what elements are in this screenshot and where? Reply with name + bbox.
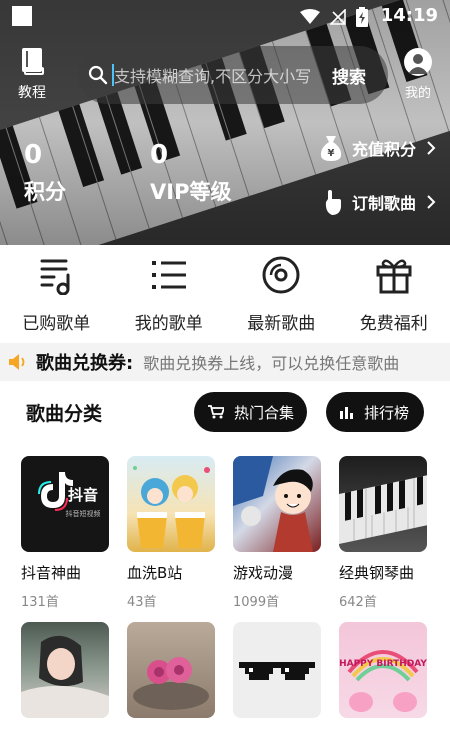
chevron-right-icon — [427, 141, 436, 155]
wifi-icon — [300, 9, 320, 24]
tutorial-button[interactable]: 教程 — [12, 46, 52, 102]
vip-value: 0 — [150, 140, 169, 170]
category-card[interactable] — [233, 622, 321, 728]
search-input[interactable]: 支持模糊查询,不区分大小写 — [114, 63, 324, 87]
money-bag-icon: ¥ — [320, 136, 342, 161]
bilibili-cover-image — [127, 456, 215, 552]
category-card[interactable] — [127, 622, 215, 728]
gift-icon — [376, 259, 412, 294]
girl-cover-image — [21, 622, 109, 718]
ranking-button[interactable]: 排行榜 — [326, 392, 424, 432]
category-card[interactable]: 经典钢琴曲 642首 — [339, 456, 427, 610]
quick-menu-label: 免费福利 — [359, 314, 428, 334]
quick-menu-my-playlist[interactable]: 我的歌单 — [113, 245, 226, 343]
search-bar[interactable]: 支持模糊查询,不区分大小写 搜索 — [78, 46, 388, 104]
vip-stat: 0 VIP等级 — [150, 140, 231, 206]
status-bar: 14:19 — [0, 0, 450, 32]
category-card[interactable]: HAPPY BIRTHDAY — [339, 622, 427, 728]
douyin-cover-image: 抖音 抖音短视频 — [21, 456, 109, 552]
category-card[interactable]: 抖音 抖音短视频 抖音神曲 131首 — [21, 456, 109, 610]
mine-label: 我的 — [404, 86, 431, 101]
category-card-count: 642首 — [339, 595, 377, 610]
douyin-logo-text: 抖音 — [68, 486, 98, 504]
book-icon — [22, 48, 44, 75]
quick-menu-label: 已购歌单 — [22, 314, 91, 334]
category-card-title: 经典钢琴曲 — [339, 564, 415, 582]
recharge-points-label: 充值积分 — [351, 140, 416, 159]
chevron-right-icon — [427, 195, 436, 209]
birthday-cover-image: HAPPY BIRTHDAY — [339, 622, 427, 718]
speaker-icon — [9, 354, 25, 370]
status-icons — [300, 7, 368, 27]
hot-collection-button[interactable]: 热门合集 — [194, 392, 307, 432]
notice-title: 歌曲兑换券: — [36, 353, 134, 374]
birthday-cover-text: HAPPY BIRTHDAY — [339, 659, 427, 669]
recharge-points-link[interactable]: ¥ 充值积分 — [318, 134, 436, 162]
no-signal-icon — [330, 9, 346, 25]
quick-menu-label: 最新歌曲 — [247, 314, 316, 334]
piano-cover-image — [339, 456, 427, 552]
category-title: 歌曲分类 — [26, 403, 103, 425]
custom-song-link[interactable]: 订制歌曲 — [320, 188, 436, 216]
quick-menu-latest[interactable]: 最新歌曲 — [225, 245, 338, 343]
hot-collection-label: 热门合集 — [234, 403, 295, 422]
category-card-title: 游戏动漫 — [233, 564, 294, 582]
search-icon — [88, 65, 108, 85]
category-card-count: 1099首 — [233, 595, 280, 610]
category-card[interactable]: 血洗B站 43首 — [127, 456, 215, 610]
points-stat: 0 积分 — [24, 140, 66, 206]
vip-label: VIP等级 — [150, 180, 232, 204]
quick-menu-label: 我的歌单 — [134, 314, 203, 334]
points-label: 积分 — [24, 180, 66, 204]
category-card[interactable]: 游戏动漫 1099首 — [233, 456, 321, 610]
svg-text:¥: ¥ — [328, 148, 335, 159]
search-button[interactable]: 搜索 — [332, 63, 366, 88]
notice-bar[interactable]: 歌曲兑换券: 歌曲兑换券上线，可以兑换任意歌曲 — [0, 343, 450, 381]
status-time: 14:19 — [380, 5, 438, 26]
tutorial-label: 教程 — [18, 85, 46, 101]
header-banner: 14:19 教程 支持模糊查询,不区分大小写 搜索 我的 0 积分 0 VIP等… — [0, 0, 450, 245]
category-card-title: 血洗B站 — [127, 564, 183, 582]
notification-icon — [12, 6, 32, 26]
pixel-glasses-cover-image — [233, 622, 321, 718]
hand-pointer-icon — [325, 190, 341, 215]
cart-icon — [208, 405, 224, 419]
anime-cover-image — [233, 456, 321, 552]
quick-menu-purchased[interactable]: 已购歌单 — [0, 245, 113, 343]
custom-song-label: 订制歌曲 — [351, 194, 416, 213]
notice-text: 歌曲兑换券上线，可以兑换任意歌曲 — [143, 354, 400, 373]
category-card-count: 43首 — [127, 595, 157, 610]
category-header: 歌曲分类 热门合集 排行榜 — [0, 381, 450, 441]
list-icon — [151, 261, 186, 289]
quick-menu-free[interactable]: 免费福利 — [338, 245, 450, 343]
music-list-icon — [40, 259, 70, 295]
category-card-count: 131首 — [21, 595, 59, 610]
category-card-title: 抖音神曲 — [21, 564, 82, 582]
mine-button[interactable]: 我的 — [398, 48, 438, 101]
user-avatar-icon — [404, 48, 432, 76]
disc-icon — [262, 256, 300, 294]
points-value: 0 — [24, 140, 43, 170]
flower-cover-image — [127, 622, 215, 718]
quick-menu: 已购歌单 我的歌单 最新歌曲 免费福利 — [0, 245, 450, 343]
category-card[interactable] — [21, 622, 109, 728]
douyin-logo-subtext: 抖音短视频 — [66, 509, 101, 518]
bar-chart-icon — [340, 407, 353, 419]
ranking-label: 排行榜 — [364, 403, 410, 422]
battery-icon — [356, 7, 368, 27]
